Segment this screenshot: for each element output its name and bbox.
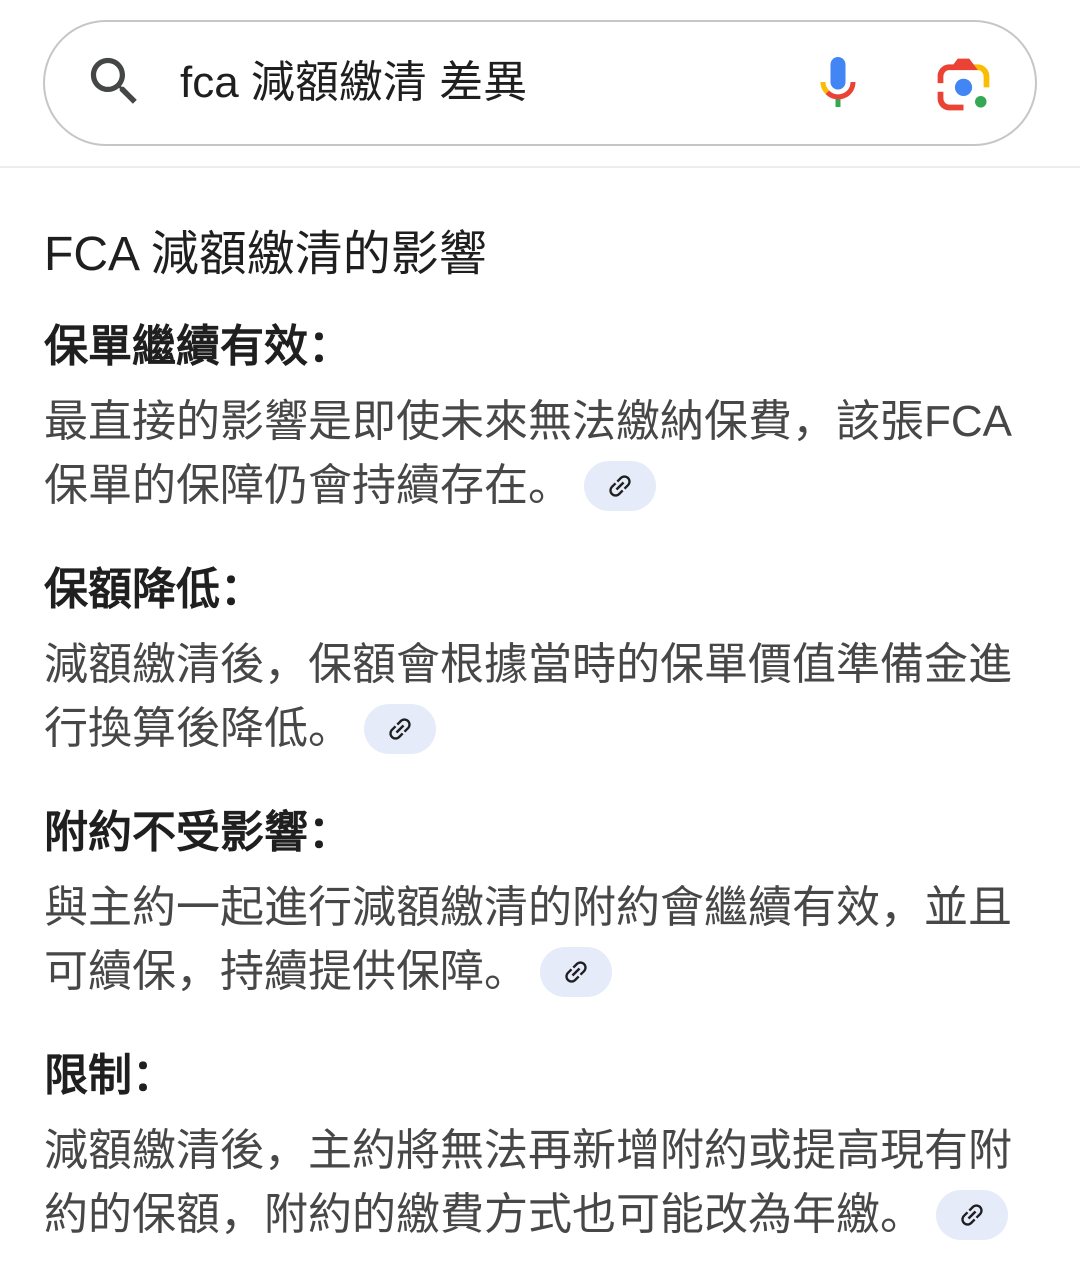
section-title: 附約不受影響： bbox=[44, 808, 352, 857]
mic-icon bbox=[820, 57, 856, 107]
link-icon bbox=[609, 475, 631, 497]
search-header: fca 減額繳清 差異 bbox=[0, 0, 1080, 168]
section-body-last-line: 可續保，持續提供保障。 bbox=[44, 940, 1044, 1004]
overview-section: 限制： 減額繳清後，主約將無法再新增附約或提高現有附 約的保額，附約的繳費方式也… bbox=[44, 1044, 1044, 1247]
section-body: 減額繳清後，保額會根據當時的保單價值準備金進 行換算後降低。 bbox=[44, 633, 1044, 761]
section-body-last-line: 行換算後降低。 bbox=[44, 697, 1044, 761]
section-body-line: 減額繳清後，主約將無法再新增附約或提高現有附 bbox=[44, 1126, 1012, 1175]
search-bar[interactable]: fca 減額繳清 差異 bbox=[43, 20, 1037, 146]
lens-icon bbox=[937, 58, 990, 111]
section-body: 最直接的影響是即使未來無法繳納保費，該張FCA 保單的保障仍會持續存在。 bbox=[44, 390, 1044, 518]
section-body-line: 最直接的影響是即使未來無法繳納保費，該張FCA bbox=[44, 397, 1012, 446]
search-input[interactable]: fca 減額繳清 差異 bbox=[180, 22, 527, 144]
section-body: 與主約一起進行減額繳清的附約會繼續有效，並且 可續保，持續提供保障。 bbox=[44, 876, 1044, 1004]
overview-section: 保額降低： 減額繳清後，保額會根據當時的保單價值準備金進 行換算後降低。 bbox=[44, 558, 1044, 761]
section-body-line: 行換算後降低。 bbox=[44, 704, 352, 753]
section-title: 保額降低： bbox=[44, 565, 264, 614]
ai-overview: FCA 減額繳清的影響 保單繼續有效： 最直接的影響是即使未來無法繳納保費，該張… bbox=[44, 223, 1044, 1247]
overview-section: 附約不受影響： 與主約一起進行減額繳清的附約會繼續有效，並且 可續保，持續提供保… bbox=[44, 801, 1044, 1004]
section-body-line: 減額繳清後，保額會根據當時的保單價值準備金進 bbox=[44, 640, 1012, 689]
section-body-line: 可續保，持續提供保障。 bbox=[44, 947, 528, 996]
section-title: 限制： bbox=[44, 1051, 176, 1100]
section-body: 減額繳清後，主約將無法再新增附約或提高現有附 約的保額，附約的繳費方式也可能改為… bbox=[44, 1119, 1044, 1247]
overview-heading: FCA 減額繳清的影響 bbox=[44, 228, 487, 281]
source-link-button[interactable] bbox=[540, 947, 612, 997]
source-link-button[interactable] bbox=[364, 704, 436, 754]
section-body-last-line: 保單的保障仍會持續存在。 bbox=[44, 454, 1044, 518]
section-body-line: 與主約一起進行減額繳清的附約會繼續有效，並且 bbox=[44, 883, 1012, 932]
source-link-button[interactable] bbox=[936, 1190, 1008, 1240]
link-icon bbox=[961, 1204, 983, 1226]
voice-search-button[interactable] bbox=[808, 52, 868, 112]
section-body-line: 保單的保障仍會持續存在。 bbox=[44, 461, 572, 510]
link-icon bbox=[389, 718, 411, 740]
search-icon bbox=[90, 57, 137, 104]
link-icon bbox=[565, 961, 587, 983]
overview-section: 保單繼續有效： 最直接的影響是即使未來無法繳納保費，該張FCA 保單的保障仍會持… bbox=[44, 315, 1044, 518]
source-link-button[interactable] bbox=[584, 461, 656, 511]
lens-search-button[interactable] bbox=[929, 50, 998, 119]
section-body-line: 約的保額，附約的繳費方式也可能改為年繳。 bbox=[44, 1190, 924, 1239]
section-body-last-line: 約的保額，附約的繳費方式也可能改為年繳。 bbox=[44, 1183, 1044, 1247]
section-title: 保單繼續有效： bbox=[44, 322, 352, 371]
